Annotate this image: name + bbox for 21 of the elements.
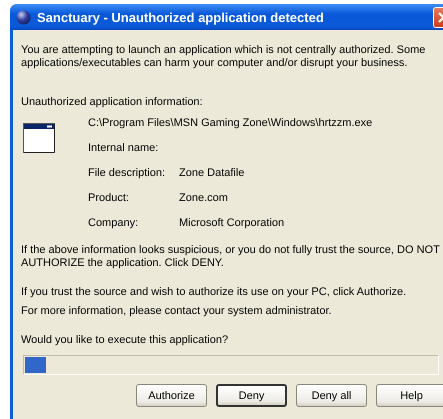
contact-text: For more information, please contact your system administrator. <box>21 305 333 318</box>
detail-value: Zone Datafile <box>179 167 244 180</box>
dialog-button[interactable]: Authorize <box>136 384 207 407</box>
warning-text: If the above information looks suspicious, or you do not fully trust the source, DO NOT AUTHORIZE the application. Click DENY. <box>21 244 441 270</box>
file-path: C:\Program Files\MSN Gaming Zone\Windows\hrtzzm.exe <box>88 117 372 130</box>
dialog-button[interactable]: Help <box>376 384 443 407</box>
detail-label: Company: <box>88 217 140 230</box>
question-text: Would you like to execute this application? <box>21 334 230 347</box>
section-heading: Unauthorized application information: <box>21 96 204 109</box>
window-title: Sanctuary - Unauthorized application detected <box>37 10 325 24</box>
dialog-button[interactable]: Deny <box>216 384 287 407</box>
dialog-button[interactable]: Deny all <box>296 384 367 407</box>
trust-text: If you trust the source and wish to authorize its use on your PC, click Authorize. <box>21 286 408 299</box>
detail-label: Internal name: <box>88 142 160 155</box>
detail-value: Microsoft Corporation <box>179 217 284 230</box>
sphere-icon <box>16 10 31 24</box>
application-window-icon <box>23 123 55 153</box>
detail-value: Zone.com <box>179 192 228 205</box>
intro-text: You are attempting to launch an application which is not centrally authorized. Some applications/executables can harm your computer and/or disrupt your business. <box>21 44 426 70</box>
detail-label: Product: <box>88 192 130 205</box>
detail-label: File description: <box>88 167 166 180</box>
